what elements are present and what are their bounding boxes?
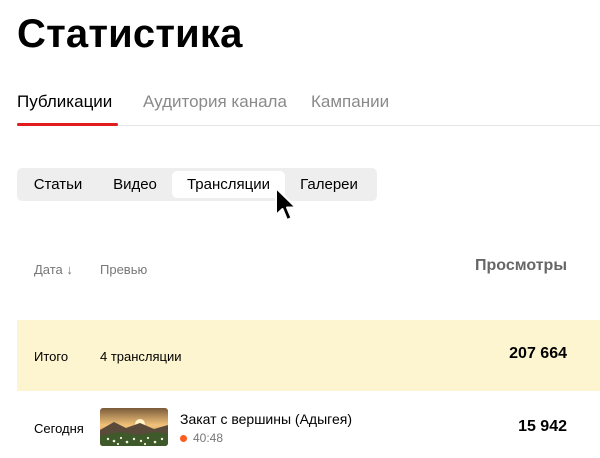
tab-campaigns[interactable]: Кампании — [311, 92, 389, 112]
row-date: Сегодня — [34, 421, 84, 436]
column-header-preview: Превью — [100, 262, 148, 277]
mouse-cursor-icon — [275, 187, 297, 221]
broadcast-title[interactable]: Закат с вершины (Адыгея) — [180, 411, 352, 427]
total-label: Итого — [34, 349, 69, 364]
row-views: 15 942 — [518, 418, 567, 435]
total-count: 4 трансляции — [100, 349, 182, 364]
main-tabs: Публикации Аудитория канала Кампании — [0, 88, 600, 128]
segment-articles[interactable]: Статьи — [23, 168, 93, 201]
broadcast-duration: 40:48 — [193, 431, 224, 445]
total-views: 207 664 — [509, 345, 567, 362]
total-row: Итого 4 трансляции 207 664 — [17, 320, 600, 391]
content-type-switcher: Статьи Видео Трансляции Галереи — [17, 168, 377, 201]
tab-publications[interactable]: Публикации — [17, 92, 112, 112]
segment-galleries[interactable]: Галереи — [289, 168, 369, 201]
column-header-date[interactable]: Дата ↓ — [34, 262, 73, 277]
broadcast-duration-wrap: 40:48 — [180, 431, 223, 445]
live-dot-icon — [180, 435, 187, 443]
segment-video[interactable]: Видео — [101, 168, 169, 201]
tab-channel-audience[interactable]: Аудитория канала — [143, 92, 287, 112]
page-title: Статистика — [17, 12, 243, 56]
segment-broadcasts[interactable]: Трансляции — [172, 171, 285, 198]
table-row[interactable]: Сегодня Закат с вершины (Адыгея) 40:48 1… — [17, 400, 600, 458]
broadcast-thumbnail[interactable] — [100, 408, 168, 446]
column-header-views[interactable]: Просмотры — [475, 257, 567, 275]
active-tab-indicator — [17, 123, 118, 126]
